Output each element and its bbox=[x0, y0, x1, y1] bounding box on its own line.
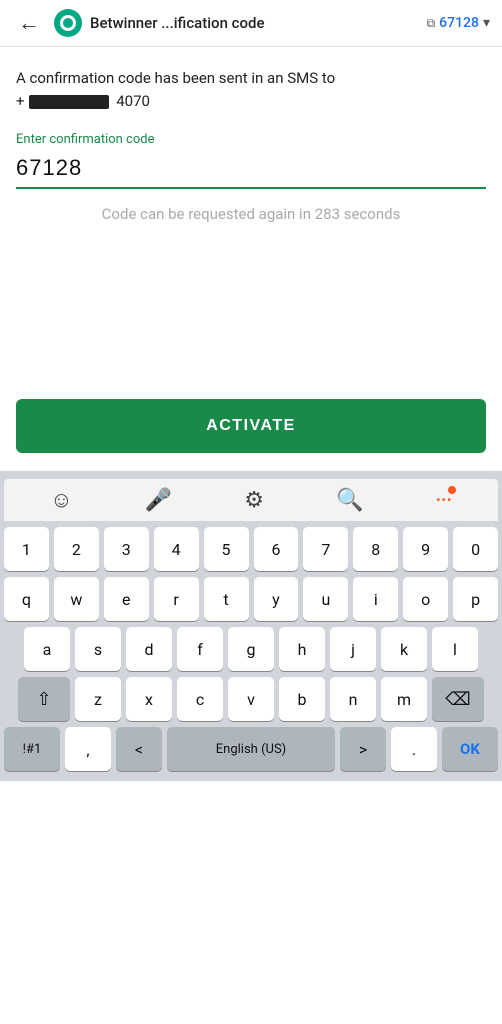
chevron-down-icon: ▾ bbox=[483, 15, 490, 31]
activate-button[interactable]: ACTIVATE bbox=[16, 399, 486, 453]
zxcv-row: ⇧ z x c v b n m ⌫ bbox=[4, 677, 498, 721]
key-w[interactable]: w bbox=[54, 577, 99, 621]
copy-icon: ⧉ bbox=[427, 16, 436, 31]
emoji-icon[interactable]: ☺ bbox=[50, 487, 72, 513]
key-i[interactable]: i bbox=[353, 577, 398, 621]
key-s[interactable]: s bbox=[75, 627, 121, 671]
symbols-key[interactable]: !#1 bbox=[4, 727, 60, 771]
key-3[interactable]: 3 bbox=[104, 527, 149, 571]
sms-notice-text: A confirmation code has been sent in an … bbox=[16, 69, 335, 87]
key-1[interactable]: 1 bbox=[4, 527, 49, 571]
key-c[interactable]: c bbox=[177, 677, 223, 721]
keyboard-toolbar: ☺ 🎤 ⚙ 🔍 ··· bbox=[4, 479, 498, 521]
keyboard: ☺ 🎤 ⚙ 🔍 ··· 1 2 3 4 5 6 7 8 9 0 q w e r … bbox=[0, 471, 502, 781]
key-n[interactable]: n bbox=[330, 677, 376, 721]
app-name: Betwinner bbox=[90, 14, 158, 32]
right-arrow-key[interactable]: > bbox=[340, 727, 386, 771]
app-icon bbox=[54, 9, 82, 37]
key-p[interactable]: p bbox=[453, 577, 498, 621]
key-4[interactable]: 4 bbox=[154, 527, 199, 571]
key-b[interactable]: b bbox=[279, 677, 325, 721]
key-v[interactable]: v bbox=[228, 677, 274, 721]
key-k[interactable]: k bbox=[381, 627, 427, 671]
key-l[interactable]: l bbox=[432, 627, 478, 671]
search-icon[interactable]: 🔍 bbox=[336, 488, 363, 513]
left-arrow-key[interactable]: < bbox=[116, 727, 162, 771]
ok-key[interactable]: OK bbox=[442, 727, 498, 771]
language-key[interactable]: English (US) bbox=[167, 727, 335, 771]
key-d[interactable]: d bbox=[126, 627, 172, 671]
mic-icon[interactable]: 🎤 bbox=[145, 488, 172, 513]
input-label: Enter confirmation code bbox=[16, 132, 486, 147]
key-9[interactable]: 9 bbox=[403, 527, 448, 571]
key-7[interactable]: 7 bbox=[303, 527, 348, 571]
confirmation-code-input[interactable] bbox=[16, 151, 486, 189]
key-g[interactable]: g bbox=[228, 627, 274, 671]
period-key[interactable]: . bbox=[391, 727, 437, 771]
key-0[interactable]: 0 bbox=[453, 527, 498, 571]
confirmation-input-group: Enter confirmation code bbox=[16, 132, 486, 189]
sms-notice: A confirmation code has been sent in an … bbox=[16, 67, 486, 112]
settings-icon[interactable]: ⚙ bbox=[244, 488, 264, 513]
nav-subtitle: ...ification code bbox=[161, 14, 264, 32]
comma-key[interactable]: , bbox=[65, 727, 111, 771]
shift-key[interactable]: ⇧ bbox=[18, 677, 70, 721]
back-button[interactable]: ← bbox=[12, 8, 46, 38]
app-icon-inner bbox=[60, 15, 76, 31]
main-content: A confirmation code has been sent in an … bbox=[0, 47, 502, 239]
key-z[interactable]: z bbox=[75, 677, 121, 721]
key-f[interactable]: f bbox=[177, 627, 223, 671]
more-options-icon[interactable]: ··· bbox=[436, 490, 452, 511]
nav-code-value: 67128 bbox=[439, 15, 479, 31]
key-5[interactable]: 5 bbox=[204, 527, 249, 571]
activate-section: ACTIVATE bbox=[0, 399, 502, 453]
key-6[interactable]: 6 bbox=[254, 527, 299, 571]
top-bar: ← Betwinner ...ification code ⧉ 67128 ▾ bbox=[0, 0, 502, 47]
key-e[interactable]: e bbox=[104, 577, 149, 621]
number-row: 1 2 3 4 5 6 7 8 9 0 bbox=[4, 527, 498, 571]
resend-info: Code can be requested again in 283 secon… bbox=[16, 205, 486, 223]
key-u[interactable]: u bbox=[303, 577, 348, 621]
key-r[interactable]: r bbox=[154, 577, 199, 621]
backspace-key[interactable]: ⌫ bbox=[432, 677, 484, 721]
key-t[interactable]: t bbox=[204, 577, 249, 621]
qwerty-row: q w e r t y u i o p bbox=[4, 577, 498, 621]
key-a[interactable]: a bbox=[24, 627, 70, 671]
asdf-row: a s d f g h j k l bbox=[4, 627, 498, 671]
key-o[interactable]: o bbox=[403, 577, 448, 621]
phone-suffix: 4070 bbox=[116, 92, 150, 110]
nav-code-badge[interactable]: ⧉ 67128 ▾ bbox=[427, 15, 490, 31]
phone-redacted bbox=[29, 95, 109, 109]
key-h[interactable]: h bbox=[279, 627, 325, 671]
key-8[interactable]: 8 bbox=[353, 527, 398, 571]
key-x[interactable]: x bbox=[126, 677, 172, 721]
key-m[interactable]: m bbox=[381, 677, 427, 721]
key-2[interactable]: 2 bbox=[54, 527, 99, 571]
key-y[interactable]: y bbox=[254, 577, 299, 621]
nav-title: Betwinner ...ification code bbox=[90, 14, 419, 32]
key-j[interactable]: j bbox=[330, 627, 376, 671]
bottom-row: !#1 , < English (US) > . OK bbox=[4, 727, 498, 771]
key-q[interactable]: q bbox=[4, 577, 49, 621]
